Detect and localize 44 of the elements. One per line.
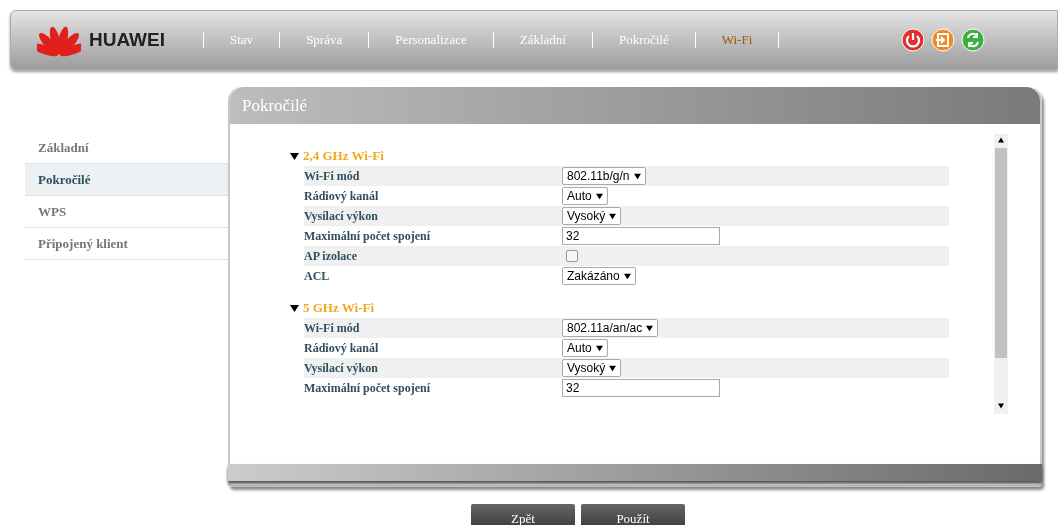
caret-icon — [609, 364, 617, 372]
field-label: AP izolace — [304, 248, 358, 264]
caret-icon — [609, 212, 617, 220]
section-title: 2,4 GHz Wi-Fi — [303, 148, 384, 165]
field-label: Wi-Fi mód — [304, 168, 361, 184]
dropdown[interactable]: Auto — [562, 187, 608, 206]
caret-icon — [646, 324, 654, 332]
expand-toggle-icon[interactable] — [290, 303, 299, 313]
input-field[interactable]: 32 — [562, 227, 720, 246]
caret-icon — [595, 192, 603, 200]
field-label: Vysílací výkon — [304, 360, 379, 376]
field-label: Rádiový kanál — [304, 188, 380, 204]
field-label: Wi-Fi mód — [304, 320, 361, 336]
logout-icon[interactable] — [931, 28, 955, 52]
refresh-icon[interactable] — [961, 28, 985, 52]
scroll-down-icon[interactable] — [998, 403, 1004, 410]
input-field[interactable]: 32 — [562, 379, 720, 398]
sidebar-item[interactable]: WPS — [25, 196, 228, 228]
panel-title: Pokročilé — [230, 87, 1040, 125]
checkbox[interactable] — [566, 250, 578, 263]
caret-icon — [633, 172, 641, 180]
caret-icon — [623, 272, 631, 280]
dropdown[interactable]: Zakázáno — [562, 267, 636, 286]
field-label: Maximální počet spojení — [304, 380, 431, 396]
dropdown[interactable]: 802.11a/an/ac — [562, 319, 659, 338]
field-label: ACL — [304, 268, 331, 284]
power-icon[interactable] — [901, 28, 925, 52]
brand-name: HUAWEI — [89, 29, 165, 51]
caret-icon — [595, 344, 603, 352]
action-button[interactable]: Použít — [581, 504, 685, 525]
dropdown[interactable]: 802.11b/g/n — [562, 167, 646, 186]
scroll-up-icon[interactable] — [998, 137, 1004, 144]
sidebar-item[interactable]: Připojený klient — [25, 228, 228, 260]
field-label: Rádiový kanál — [304, 340, 380, 356]
field-label: Vysílací výkon — [304, 208, 379, 224]
expand-toggle-icon[interactable] — [290, 151, 299, 161]
dropdown[interactable]: Auto — [562, 339, 608, 358]
sidebar-item[interactable]: Pokročilé — [25, 164, 228, 196]
section-title: 5 GHz Wi-Fi — [303, 300, 375, 317]
action-button[interactable]: Zpět — [471, 504, 575, 525]
scrollbar[interactable] — [994, 134, 1008, 415]
dropdown[interactable]: Vysoký — [562, 207, 622, 226]
dropdown[interactable]: Vysoký — [562, 359, 622, 378]
field-label: Maximální počet spojení — [304, 228, 431, 244]
